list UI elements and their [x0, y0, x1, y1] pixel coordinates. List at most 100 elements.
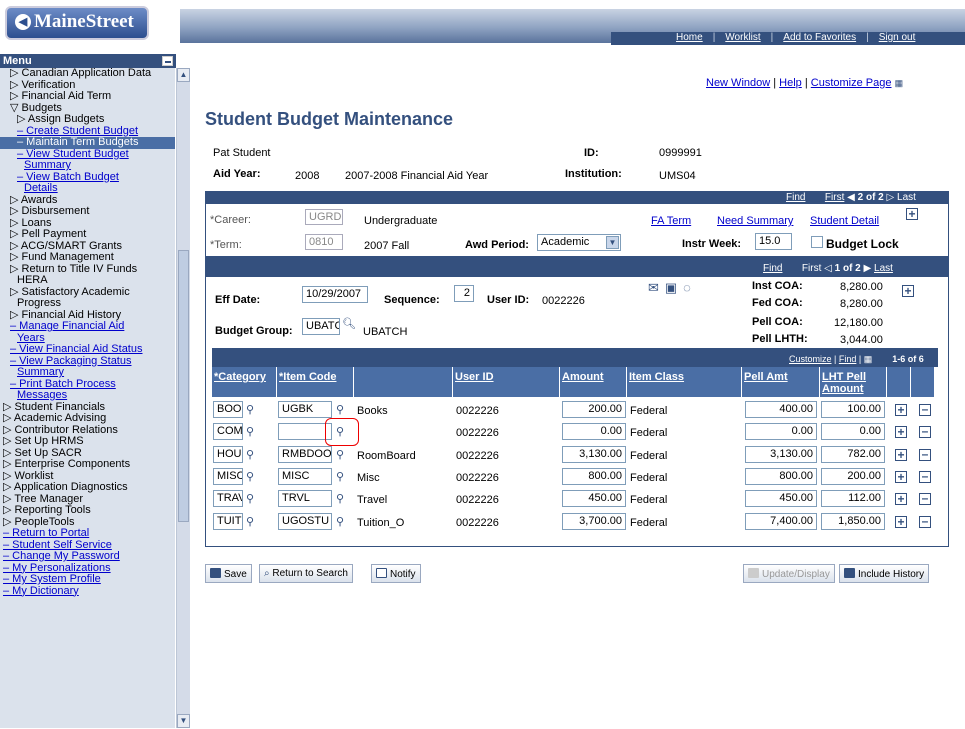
menu-item[interactable]: – My Dictionary	[0, 585, 175, 598]
eff-date-field[interactable]: 10/29/2007	[302, 286, 368, 303]
grid-header[interactable]: User ID	[453, 367, 560, 397]
chevron-down-icon[interactable]: ▼	[606, 236, 619, 249]
save-button[interactable]: Save	[205, 564, 252, 583]
minimize-icon[interactable]	[162, 56, 173, 66]
search-icon[interactable]: ⚲	[336, 449, 348, 461]
grid-header-label[interactable]: LHT Pell Amount	[822, 371, 866, 395]
grid-header[interactable]: LHT Pell Amount	[820, 367, 887, 397]
amount-field[interactable]: 450.00	[562, 490, 626, 508]
lht-pell-amount-field[interactable]: 112.00	[821, 490, 885, 508]
category-field[interactable]: TRAV	[213, 490, 243, 508]
grid-header[interactable]: *Item Code	[277, 367, 354, 397]
search-icon[interactable]: 🔍︎	[342, 318, 356, 330]
grid-header[interactable]: Pell Amt	[742, 367, 820, 397]
lht-pell-amount-field[interactable]: 1,850.00	[821, 512, 885, 530]
pell-amt-field[interactable]: 7,400.00	[745, 512, 817, 530]
instr-week-field[interactable]: 15.0	[755, 233, 792, 250]
eff-next-icon[interactable]: ▶	[864, 263, 872, 274]
need-summary-link[interactable]: Need Summary	[717, 215, 793, 227]
item-code-field[interactable]: MISC	[278, 467, 332, 485]
lht-pell-amount-field[interactable]: 200.00	[821, 467, 885, 485]
add-row-button[interactable]: +	[895, 448, 907, 461]
notify-button[interactable]: Notify	[371, 564, 421, 583]
grid-header-label[interactable]: Item Class	[629, 371, 684, 383]
grid-header[interactable]: Amount	[560, 367, 627, 397]
grid-header-label[interactable]: *Category	[214, 371, 266, 383]
delete-row-button[interactable]: –	[919, 492, 931, 506]
search-icon[interactable]: ⚲	[246, 516, 258, 528]
student-detail-link[interactable]: Student Detail	[810, 215, 879, 227]
delete-row-button[interactable]: –	[919, 470, 931, 483]
add-row-button[interactable]: +	[895, 404, 907, 416]
scroll-down-icon[interactable]: ▼	[177, 714, 190, 728]
eff-last-link[interactable]: Last	[874, 263, 893, 274]
help-link[interactable]: Help	[779, 77, 802, 89]
grid-customize-link[interactable]: Customize	[789, 354, 832, 364]
grid-header-label[interactable]: User ID	[455, 371, 494, 383]
menu-scrollbar[interactable]: ▲ ▼	[176, 68, 190, 728]
pell-amt-field[interactable]: 400.00	[745, 401, 817, 418]
search-icon[interactable]: ⚲	[246, 493, 258, 505]
prev-icon[interactable]: ◀	[847, 192, 855, 203]
item-code-field[interactable]	[278, 423, 332, 441]
delete-row-button[interactable]: –	[919, 403, 931, 416]
amount-field[interactable]: 3,130.00	[562, 445, 626, 463]
term-find-link[interactable]: Find	[786, 192, 805, 203]
pell-amt-field[interactable]: 0.00	[745, 423, 817, 441]
grid-header[interactable]: *Category	[212, 367, 277, 397]
delete-row-button[interactable]: –	[919, 515, 931, 528]
search-icon[interactable]: ⚲	[246, 471, 258, 483]
return-to-search-button[interactable]: ⌕ Return to Search	[259, 564, 353, 583]
awd-period-select[interactable]: Academic ▼	[537, 234, 621, 251]
add-eff-button[interactable]: +	[902, 285, 914, 297]
item-code-field[interactable]: UGOSTU	[278, 512, 332, 530]
search-icon[interactable]: ⚲	[246, 449, 258, 461]
search-icon[interactable]: ⚲	[246, 404, 258, 416]
add-row-button[interactable]: +	[895, 493, 907, 506]
category-field[interactable]: MISC	[213, 467, 243, 485]
comment-icons[interactable]: ✉▣◌	[648, 280, 697, 296]
next-icon[interactable]: ▷	[887, 192, 895, 203]
pell-amt-field[interactable]: 450.00	[745, 490, 817, 508]
http-icon[interactable]: ▦	[895, 78, 904, 88]
sign-out-link[interactable]: Sign out	[879, 32, 916, 43]
add-row-button[interactable]: +	[895, 515, 907, 528]
update-display-button[interactable]: Update/Display	[743, 564, 835, 583]
budget-lock-checkbox[interactable]	[811, 236, 823, 248]
customize-page-link[interactable]: Customize Page	[811, 77, 892, 89]
new-window-link[interactable]: New Window	[706, 77, 770, 89]
delete-row-button[interactable]: –	[919, 448, 931, 461]
search-icon[interactable]: ⚲	[336, 471, 348, 483]
amount-field[interactable]: 3,700.00	[562, 512, 626, 530]
lht-pell-amount-field[interactable]: 100.00	[821, 401, 885, 418]
amount-field[interactable]: 800.00	[562, 467, 626, 485]
category-field[interactable]: COMP	[213, 423, 243, 441]
grid-header-label[interactable]: Pell Amt	[744, 371, 788, 383]
term-first-link[interactable]: First	[825, 192, 844, 203]
amount-field[interactable]: 0.00	[562, 423, 626, 441]
add-row-button[interactable]: +	[895, 470, 907, 483]
include-history-button[interactable]: Include History	[839, 564, 930, 583]
fa-term-link[interactable]: FA Term	[651, 215, 691, 227]
search-icon[interactable]: ⚲	[336, 404, 348, 416]
search-icon[interactable]: ⚲	[246, 426, 258, 438]
eff-prev-icon[interactable]: ◁	[824, 263, 832, 274]
item-code-field[interactable]: RMBDOO	[278, 445, 332, 463]
grid-header-label[interactable]: *Item Code	[279, 371, 336, 383]
add-row-button[interactable]: +	[895, 426, 907, 439]
add-term-button[interactable]: +	[906, 208, 918, 220]
home-link[interactable]: Home	[676, 32, 703, 43]
sequence-field[interactable]: 2	[454, 285, 474, 302]
item-code-field[interactable]: UGBK	[278, 401, 332, 418]
add-favorites-link[interactable]: Add to Favorites	[783, 32, 856, 43]
scroll-thumb[interactable]	[178, 250, 189, 522]
lht-pell-amount-field[interactable]: 0.00	[821, 423, 885, 441]
grid-view-icon[interactable]: ▦	[864, 354, 873, 364]
category-field[interactable]: BOOK	[213, 401, 243, 418]
delete-row-button[interactable]: –	[919, 425, 931, 439]
scroll-up-icon[interactable]: ▲	[177, 68, 190, 82]
budget-group-field[interactable]: UBATCH	[302, 318, 340, 335]
search-icon[interactable]: ⚲	[336, 516, 348, 528]
lht-pell-amount-field[interactable]: 782.00	[821, 445, 885, 463]
eff-find-link[interactable]: Find	[763, 263, 782, 274]
